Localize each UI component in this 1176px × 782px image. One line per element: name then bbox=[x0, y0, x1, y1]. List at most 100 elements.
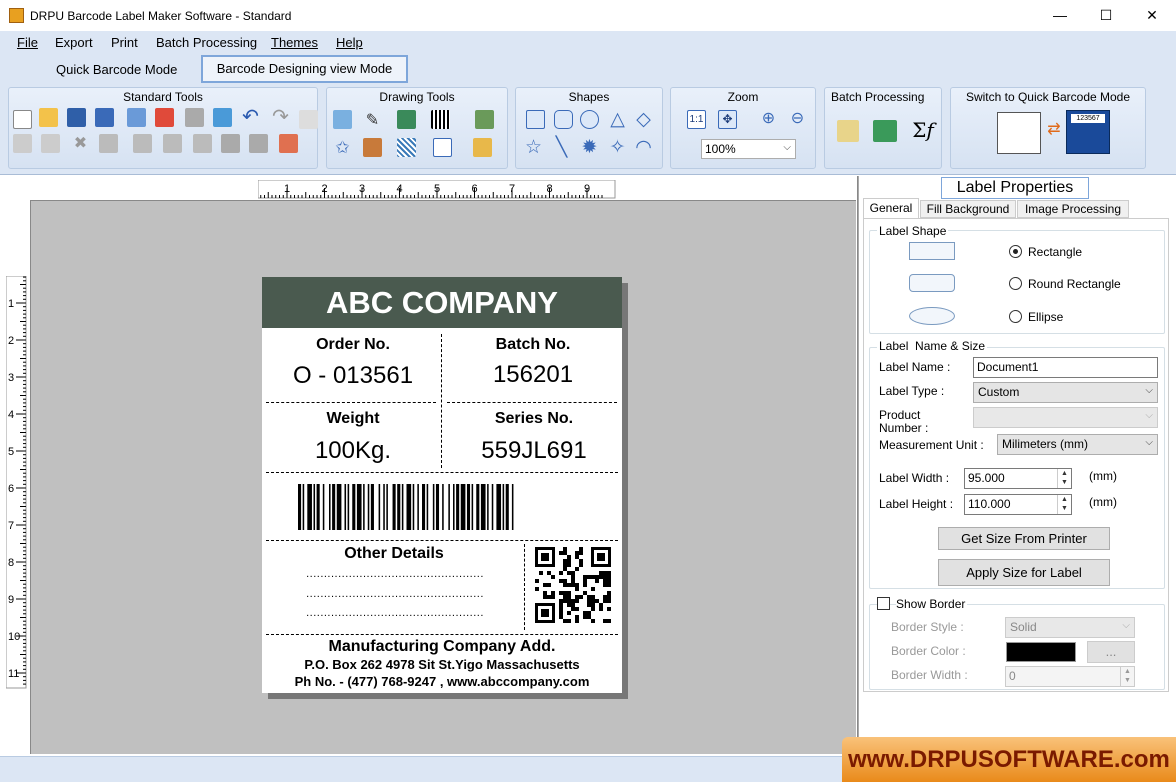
minimize-button[interactable]: — bbox=[1037, 0, 1083, 31]
menu-help[interactable]: Help bbox=[336, 35, 363, 50]
label-qr-code[interactable] bbox=[535, 547, 611, 623]
label-height-input[interactable]: 110.000 bbox=[964, 494, 1072, 515]
border-color-button[interactable]: ... bbox=[1087, 641, 1135, 663]
duplicate-icon[interactable] bbox=[99, 134, 118, 153]
picture-icon[interactable] bbox=[397, 110, 416, 129]
tab-general[interactable]: General bbox=[863, 198, 919, 218]
rectangle-shape-icon[interactable] bbox=[526, 110, 545, 129]
maximize-button[interactable]: ☐ bbox=[1083, 0, 1129, 31]
signature-icon[interactable] bbox=[433, 138, 452, 157]
group-icon[interactable] bbox=[133, 134, 152, 153]
address-text[interactable]: P.O. Box 262 4978 Sit St.Yigo Massachuse… bbox=[262, 657, 622, 672]
rectangle-radio[interactable] bbox=[1009, 245, 1022, 258]
unlock-icon[interactable] bbox=[193, 134, 212, 153]
actual-size-icon[interactable]: 1:1 bbox=[687, 110, 706, 129]
show-border-checkbox[interactable] bbox=[877, 597, 890, 610]
import-image-icon[interactable] bbox=[473, 138, 492, 157]
save-icon[interactable] bbox=[67, 108, 86, 127]
get-size-from-printer-button[interactable]: Get Size From Printer bbox=[938, 527, 1110, 550]
paste-icon[interactable] bbox=[41, 134, 60, 153]
print-preview-icon[interactable] bbox=[221, 134, 240, 153]
menu-print[interactable]: Print bbox=[111, 35, 138, 50]
label-type-select[interactable]: Custom ⌵ bbox=[973, 382, 1158, 403]
triangle-shape-icon[interactable]: △ bbox=[608, 110, 627, 129]
weight-value[interactable]: 100Kg. bbox=[266, 437, 440, 465]
ellipse-radio[interactable] bbox=[1009, 310, 1022, 323]
open-icon[interactable] bbox=[39, 108, 58, 127]
watermark-icon[interactable] bbox=[397, 138, 416, 157]
save-as-icon[interactable] bbox=[95, 108, 114, 127]
grid-icon[interactable] bbox=[213, 108, 232, 127]
series-value[interactable]: 559JL691 bbox=[446, 437, 622, 465]
cut-icon[interactable] bbox=[299, 110, 318, 129]
exit-icon[interactable] bbox=[279, 134, 298, 153]
label-barcode[interactable] bbox=[298, 484, 584, 530]
menu-batch-processing[interactable]: Batch Processing bbox=[156, 35, 257, 50]
designer-preview-icon[interactable] bbox=[997, 112, 1041, 154]
diamond-shape-icon[interactable]: ◇ bbox=[634, 110, 653, 129]
lock-icon[interactable] bbox=[163, 134, 182, 153]
batch-title[interactable]: Batch No. bbox=[446, 336, 620, 354]
zoom-in-icon[interactable]: ⊕ bbox=[759, 108, 778, 127]
batch-edit-icon[interactable] bbox=[837, 120, 859, 142]
round-rectangle-shape-icon[interactable] bbox=[554, 110, 573, 129]
batch-excel-icon[interactable] bbox=[873, 120, 897, 142]
print-icon[interactable] bbox=[185, 108, 204, 127]
zoom-select[interactable]: 100% ⌵ bbox=[701, 139, 796, 159]
border-width-spinner[interactable]: ▲ ▼ bbox=[1120, 667, 1134, 686]
menu-export[interactable]: Export bbox=[55, 35, 93, 50]
library-icon[interactable] bbox=[363, 138, 382, 157]
arc-shape-icon[interactable]: ◠ bbox=[634, 138, 653, 157]
delete-icon[interactable]: ✖ bbox=[71, 134, 90, 153]
export-pdf-icon[interactable] bbox=[155, 108, 174, 127]
new-icon[interactable] bbox=[13, 110, 32, 129]
other-details-title[interactable]: Other Details bbox=[266, 545, 522, 563]
fit-to-window-icon[interactable]: ✥ bbox=[718, 110, 737, 129]
border-color-swatch[interactable] bbox=[1006, 642, 1076, 662]
border-width-input[interactable]: 0 bbox=[1005, 666, 1135, 687]
undo-icon[interactable]: ↶ bbox=[241, 107, 260, 127]
text-icon[interactable] bbox=[333, 110, 352, 129]
tab-image-processing[interactable]: Image Processing bbox=[1017, 200, 1129, 218]
border-style-select[interactable]: Solid ⌵ bbox=[1005, 617, 1135, 638]
copy-icon[interactable] bbox=[13, 134, 32, 153]
apply-size-button[interactable]: Apply Size for Label bbox=[938, 559, 1110, 586]
round-rectangle-radio[interactable] bbox=[1009, 277, 1022, 290]
ellipse-shape-icon[interactable] bbox=[580, 110, 599, 129]
series-title[interactable]: Series No. bbox=[446, 410, 622, 428]
redo-icon[interactable]: ↷ bbox=[271, 107, 290, 127]
product-number-select[interactable]: ⌵ bbox=[973, 407, 1158, 428]
barcode-bar bbox=[406, 484, 412, 530]
line-shape-icon[interactable]: ╲ bbox=[552, 138, 571, 157]
export-image-icon[interactable] bbox=[127, 108, 146, 127]
label-width-input[interactable]: 95.000 bbox=[964, 468, 1072, 489]
star-shape-icon[interactable]: ✩ bbox=[333, 138, 352, 157]
image-library-icon[interactable] bbox=[475, 110, 494, 129]
pen-icon[interactable]: ✎ bbox=[363, 110, 382, 129]
label-width-spinner[interactable]: ▲ ▼ bbox=[1057, 469, 1071, 488]
quick-mode-preview-icon[interactable]: 123567 bbox=[1066, 110, 1110, 154]
batch-value[interactable]: 156201 bbox=[446, 361, 620, 389]
menu-themes[interactable]: Themes bbox=[271, 35, 318, 50]
print-setup-icon[interactable] bbox=[249, 134, 268, 153]
manufacturing-title[interactable]: Manufacturing Company Add. bbox=[262, 638, 622, 656]
quick-barcode-mode-tab[interactable]: Quick Barcode Mode bbox=[56, 62, 177, 77]
close-button[interactable]: ✕ bbox=[1129, 0, 1175, 31]
phone-text[interactable]: Ph No. - (477) 768-9247 , www.abccompany… bbox=[262, 674, 622, 689]
barcode-icon[interactable] bbox=[431, 110, 450, 129]
star-icon[interactable]: ☆ bbox=[524, 138, 543, 157]
tab-fill-background[interactable]: Fill Background bbox=[920, 200, 1016, 218]
measurement-unit-select[interactable]: Milimeters (mm) ⌵ bbox=[997, 434, 1158, 455]
burst-shape-icon[interactable]: ✹ bbox=[580, 138, 599, 157]
designing-view-mode-tab[interactable]: Barcode Designing view Mode bbox=[201, 55, 408, 83]
formula-icon[interactable]: Σ𝑓 bbox=[909, 118, 937, 142]
zoom-out-icon[interactable]: ⊖ bbox=[788, 108, 807, 127]
four-point-star-icon[interactable]: ✧ bbox=[608, 138, 627, 157]
label-name-input[interactable]: Document1 bbox=[973, 357, 1158, 378]
label-height-spinner[interactable]: ▲ ▼ bbox=[1057, 495, 1071, 514]
label-company-name[interactable]: ABC COMPANY bbox=[262, 277, 622, 328]
weight-title[interactable]: Weight bbox=[266, 410, 440, 428]
menu-file[interactable]: File bbox=[17, 35, 38, 50]
order-value[interactable]: O - 013561 bbox=[266, 362, 440, 390]
order-title[interactable]: Order No. bbox=[266, 336, 440, 354]
